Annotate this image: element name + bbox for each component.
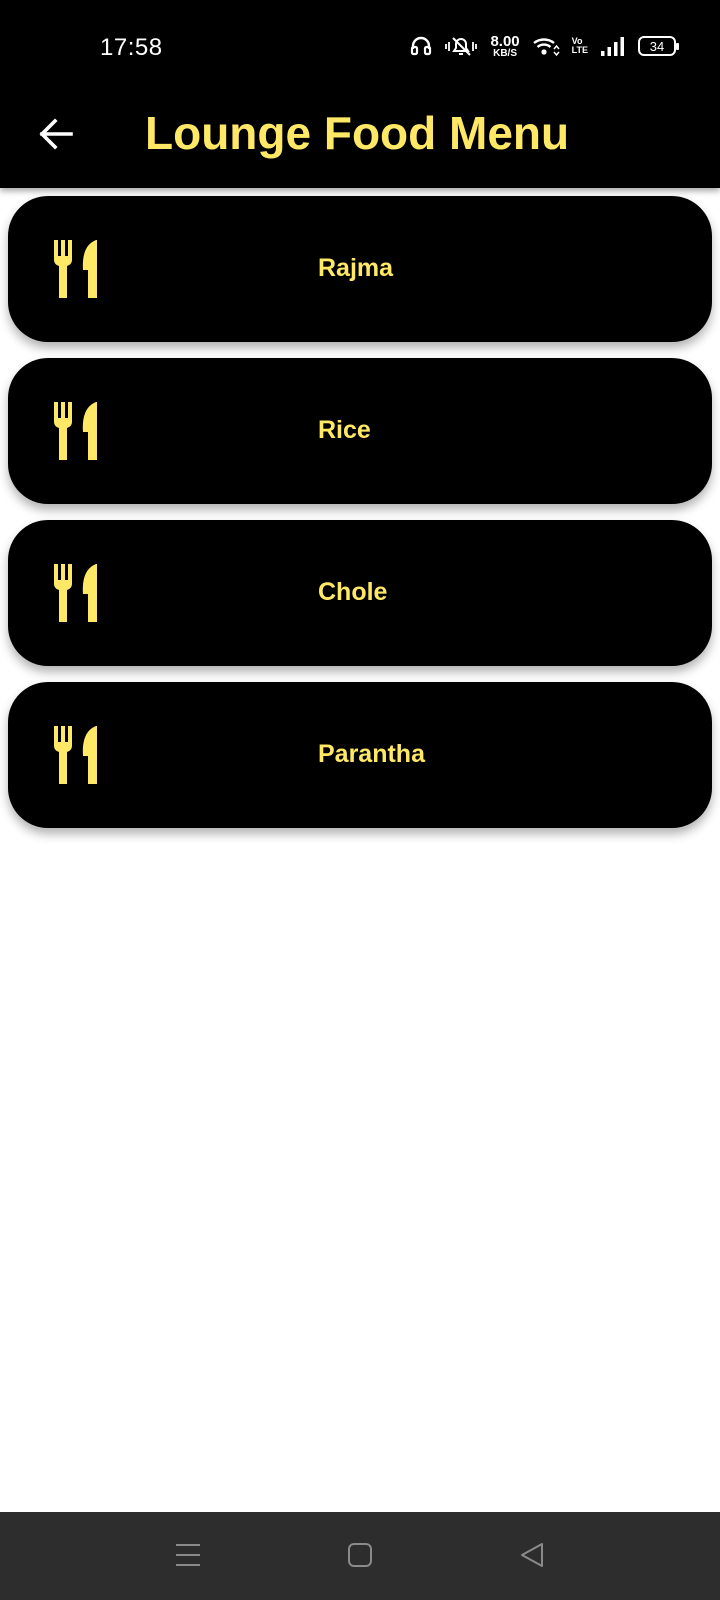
status-time: 17:58 <box>100 34 163 61</box>
status-icons: 8.00 KB/S Vo LTE 34 <box>410 30 679 62</box>
fork-knife-icon <box>50 238 110 300</box>
menu-item-label: Rice <box>318 416 371 444</box>
volte-bottom: LTE <box>571 45 588 55</box>
menu-item-parantha[interactable]: Parantha <box>8 682 712 828</box>
signal-icon <box>600 35 626 57</box>
menu-item-rajma[interactable]: Rajma <box>8 196 712 342</box>
network-speed-unit: KB/S <box>493 47 517 59</box>
fork-knife-icon <box>50 400 110 462</box>
system-back-button[interactable] <box>509 1534 555 1580</box>
headphones-icon <box>410 35 432 57</box>
back-button[interactable] <box>30 110 82 162</box>
volte-indicator: Vo LTE <box>572 37 588 55</box>
menu-item-chole[interactable]: Chole <box>8 520 712 666</box>
system-nav-bar <box>0 1512 720 1600</box>
menu-lines-icon <box>174 1541 202 1574</box>
fork-knife-icon <box>50 724 110 786</box>
page-title: Lounge Food Menu <box>145 107 570 159</box>
network-speed-value: 8.00 <box>490 32 520 50</box>
fork-knife-icon <box>50 562 110 624</box>
vibrate-mute-icon <box>444 34 478 58</box>
menu-item-rice[interactable]: Rice <box>8 358 712 504</box>
menu-item-label: Rajma <box>318 254 394 282</box>
menu-item-label: Chole <box>318 578 388 606</box>
network-speed: 8.00 KB/S <box>490 34 519 59</box>
home-square-icon <box>347 1542 373 1573</box>
menu-item-label: Parantha <box>318 740 425 768</box>
arrow-left-icon <box>38 117 74 155</box>
battery-icon: 34 <box>638 36 679 56</box>
wifi-icon <box>532 35 560 57</box>
app-bar: Lounge Food Menu <box>0 80 720 188</box>
back-triangle-icon <box>519 1541 545 1574</box>
recent-apps-button[interactable] <box>165 1534 211 1580</box>
status-bar: 17:58 8.00 KB/S Vo LTE 34 <box>0 0 720 80</box>
food-menu-list: Rajma Rice Chole Parantha <box>8 196 712 844</box>
battery-level: 34 <box>649 38 665 54</box>
home-button[interactable] <box>337 1534 383 1580</box>
